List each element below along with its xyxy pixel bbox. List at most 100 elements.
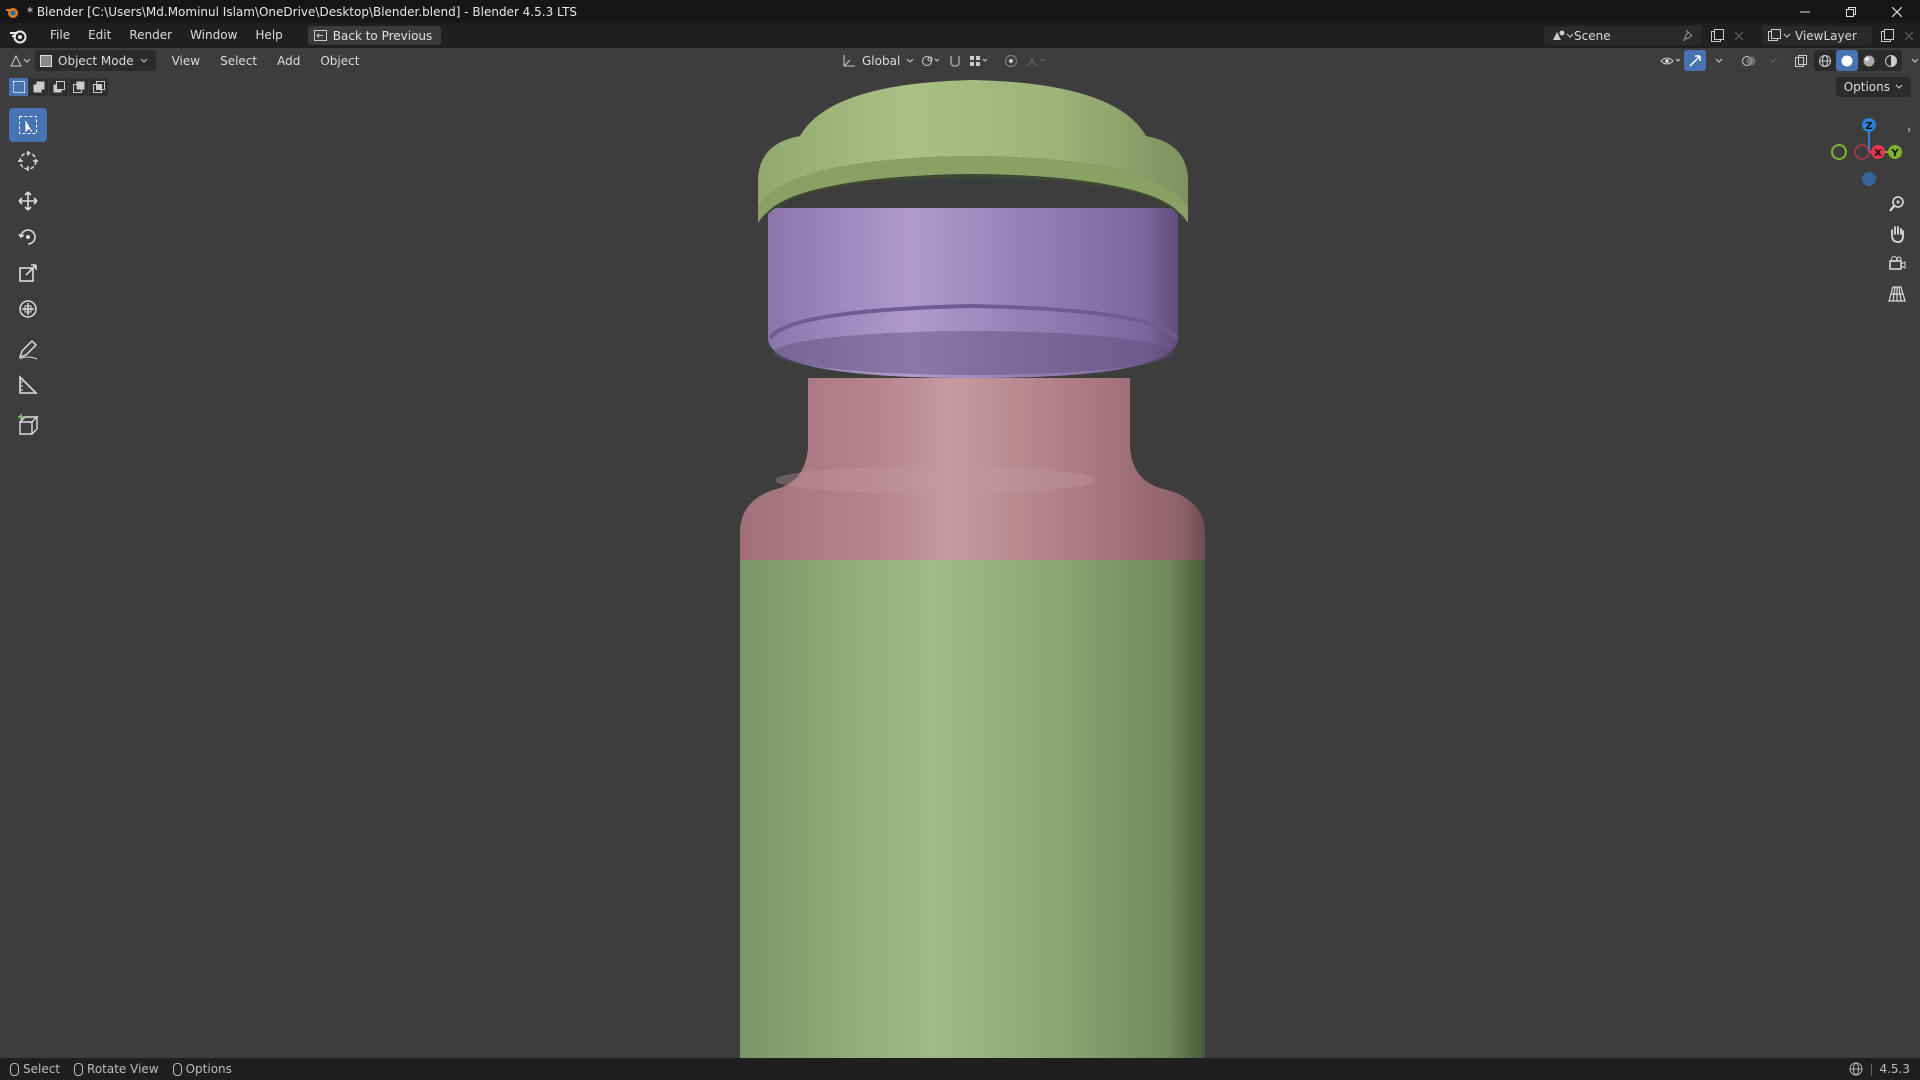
select-subtract-button[interactable] [49,78,68,96]
proportional-falloff-button[interactable] [1024,50,1046,71]
solid-shading-button[interactable] [1836,50,1858,71]
gizmo-toggle-button[interactable] [1684,50,1706,71]
navigation-gizmo[interactable]: Z Y X [1822,106,1912,196]
magnet-icon [950,55,960,67]
viewport-menu-select[interactable]: Select [210,54,267,68]
visibility-button[interactable] [1660,50,1682,71]
zoom-button[interactable] [1882,190,1912,218]
chevron-down-icon [906,58,914,63]
menu-file[interactable]: File [41,23,79,48]
3d-viewport[interactable]: Object Mode View Select Add Object Globa… [0,48,1920,1058]
delete-view-layer-button[interactable] [1898,26,1920,45]
grid-perspective-icon [1888,286,1906,302]
tool-shelf [9,108,47,444]
new-scene-button[interactable] [1706,26,1728,45]
status-options-label: Options [185,1062,232,1076]
move-tool[interactable] [9,184,47,218]
bottle-mesh[interactable] [0,48,1920,1058]
menu-render[interactable]: Render [120,23,181,48]
cursor-tool[interactable] [9,144,47,178]
select-subtract-icon [53,81,65,93]
editor-type-button[interactable] [9,50,31,71]
menu-window[interactable]: Window [181,23,246,48]
rotate-icon [18,229,36,245]
pan-button[interactable] [1882,220,1912,248]
menu-help[interactable]: Help [246,23,291,48]
back-to-previous-label: Back to Previous [332,28,433,43]
duplicate-icon [1710,29,1724,42]
xray-icon [1795,54,1807,67]
close-button[interactable] [1874,0,1920,23]
menu-edit[interactable]: Edit [79,23,120,48]
view-layer-name: ViewLayer [1795,28,1857,43]
select-intersect-icon [92,81,105,93]
wireframe-shading-button[interactable] [1814,50,1836,71]
snap-toggle-button[interactable] [944,50,966,71]
status-divider: | [1869,1062,1874,1076]
viewport-options-dropdown[interactable]: Options [1835,77,1911,97]
minimize-icon [1800,11,1810,12]
proportional-editing-button[interactable] [1000,50,1022,71]
viewport-menu-object[interactable]: Object [310,54,369,68]
gizmo-y-label: Y [1890,148,1899,159]
select-invert-button[interactable] [69,78,88,96]
minimize-button[interactable] [1782,0,1828,23]
gizmo-neg-y[interactable] [1831,144,1847,160]
transform-tool[interactable] [9,292,47,326]
viewport-shading-group [1814,50,1902,71]
back-to-previous-button[interactable]: Back to Previous [307,26,442,45]
blender-logo-icon[interactable] [9,27,27,45]
select-extend-button[interactable] [29,78,48,96]
xray-toggle-button[interactable] [1790,50,1812,71]
select-intersect-button[interactable] [89,78,108,96]
restore-button[interactable] [1828,0,1874,23]
solid-sphere-icon [1841,55,1853,66]
mouse-left-icon [10,1062,19,1076]
gizmo-dropdown[interactable] [1708,50,1730,71]
close-icon [1892,6,1902,17]
pin-icon[interactable] [1682,29,1694,42]
view-layer-selector[interactable]: ViewLayer [1762,26,1872,45]
pencil-icon [18,339,38,360]
camera-icon [1889,256,1906,270]
perspective-toggle-button[interactable] [1882,280,1912,308]
rotate-tool[interactable] [9,220,47,254]
material-sphere-icon [1863,55,1875,66]
status-bar: Select Rotate View Options | 4.5.3 [0,1058,1920,1080]
material-preview-button[interactable] [1858,50,1880,71]
scene-selector[interactable]: Scene [1544,26,1702,45]
mouse-right-icon [172,1062,182,1076]
eye-icon [1660,57,1681,64]
select-box-tool[interactable] [9,108,47,142]
rendered-shading-button[interactable] [1880,50,1902,71]
status-right: | 4.5.3 [1849,1058,1910,1080]
object-mode-dropdown[interactable]: Object Mode [35,50,156,71]
shading-dropdown[interactable] [1904,50,1920,71]
select-new-button[interactable] [9,78,28,96]
camera-view-button[interactable] [1882,250,1912,278]
snap-target-button[interactable] [968,50,990,71]
viewport-menu-add[interactable]: Add [267,54,310,68]
viewport-menu-view[interactable]: View [162,54,210,68]
chevron-down-icon [1769,58,1777,63]
select-invert-icon [72,81,84,93]
globe-icon[interactable] [1849,1062,1863,1076]
transform-orientation-dropdown[interactable]: Global [836,50,920,71]
scene-icon [1553,30,1574,40]
overlays-dropdown[interactable] [1762,50,1784,71]
scene-name: Scene [1574,28,1611,43]
orientation-label: Global [862,53,901,68]
gizmo-neg-x[interactable] [1854,144,1870,160]
pivot-point-button[interactable] [920,50,942,71]
overlays-toggle-button[interactable] [1738,50,1760,71]
new-view-layer-button[interactable] [1876,26,1898,45]
gizmo-neg-z[interactable] [1862,172,1876,186]
options-label: Options [1843,80,1890,94]
window-controls [1782,0,1920,23]
add-cube-tool[interactable] [9,408,47,442]
status-rotate-label: Rotate View [87,1062,159,1076]
measure-tool[interactable] [9,368,47,402]
delete-scene-button[interactable] [1728,26,1750,45]
scale-tool[interactable] [9,256,47,290]
annotate-tool[interactable] [9,332,47,366]
